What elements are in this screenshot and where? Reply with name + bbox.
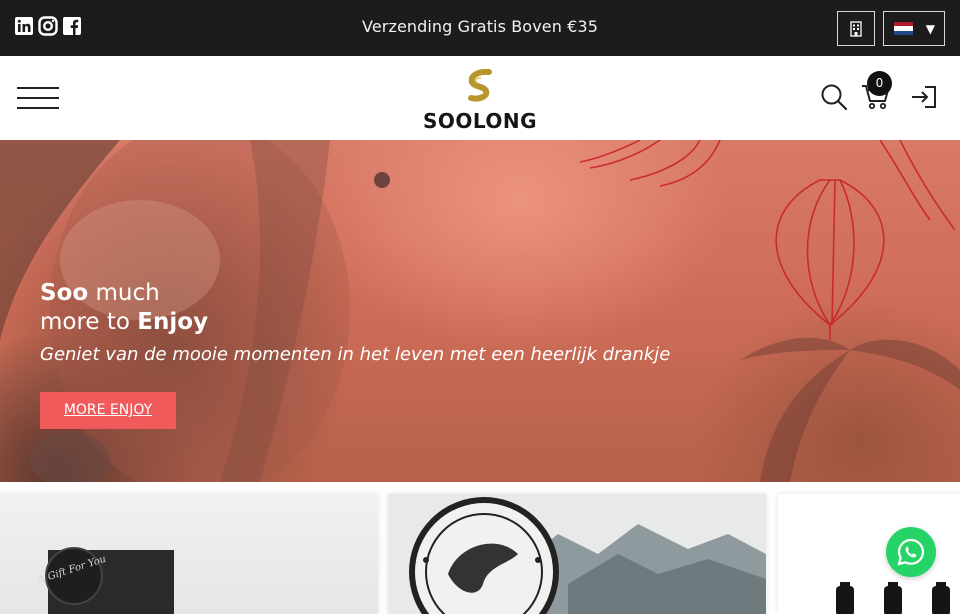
main-header: SOOLONG [0, 56, 960, 140]
search-icon[interactable] [820, 83, 848, 111]
whatsapp-icon [897, 538, 925, 566]
login-icon[interactable] [910, 85, 938, 109]
hero-subtitle: Geniet van de mooie momenten in het leve… [40, 344, 671, 365]
dragon-stamp-image [388, 494, 766, 614]
gift-card-tile[interactable]: A Gift For You [0, 494, 378, 614]
hero-title-bold-1: Soo [40, 280, 89, 306]
top-bar: Verzending Gratis Boven €35 ▼ [0, 0, 960, 56]
hero-title-rest-2: more to [40, 309, 138, 335]
language-selector[interactable]: ▼ [883, 11, 945, 46]
netherlands-flag-icon [894, 22, 913, 35]
hamburger-menu-button[interactable] [17, 87, 59, 109]
category-cards: A Gift For You [0, 482, 960, 614]
soolong-logo[interactable]: SOOLONG [418, 68, 542, 133]
store-locator-button[interactable] [837, 11, 875, 46]
dragon-card-tile[interactable] [388, 494, 766, 614]
hero-banner: Soo much more to Enjoy Geniet van de moo… [0, 140, 960, 482]
caret-down-icon: ▼ [925, 21, 935, 36]
whatsapp-chat-button[interactable] [886, 527, 936, 577]
shipping-promo-text: Verzending Gratis Boven €35 [362, 17, 598, 36]
logo-wordmark: SOOLONG [422, 109, 538, 133]
gift-box-image: A Gift For You [36, 547, 174, 614]
hero-title: Soo much more to Enjoy [40, 279, 208, 337]
logo-s-mark [468, 68, 492, 102]
more-enjoy-button[interactable]: MORE ENJOY [40, 392, 176, 429]
hero-title-rest-1: much [88, 280, 160, 306]
building-icon [850, 20, 862, 37]
cart-count-badge: 0 [867, 71, 892, 96]
hero-title-bold-2: Enjoy [137, 309, 209, 335]
